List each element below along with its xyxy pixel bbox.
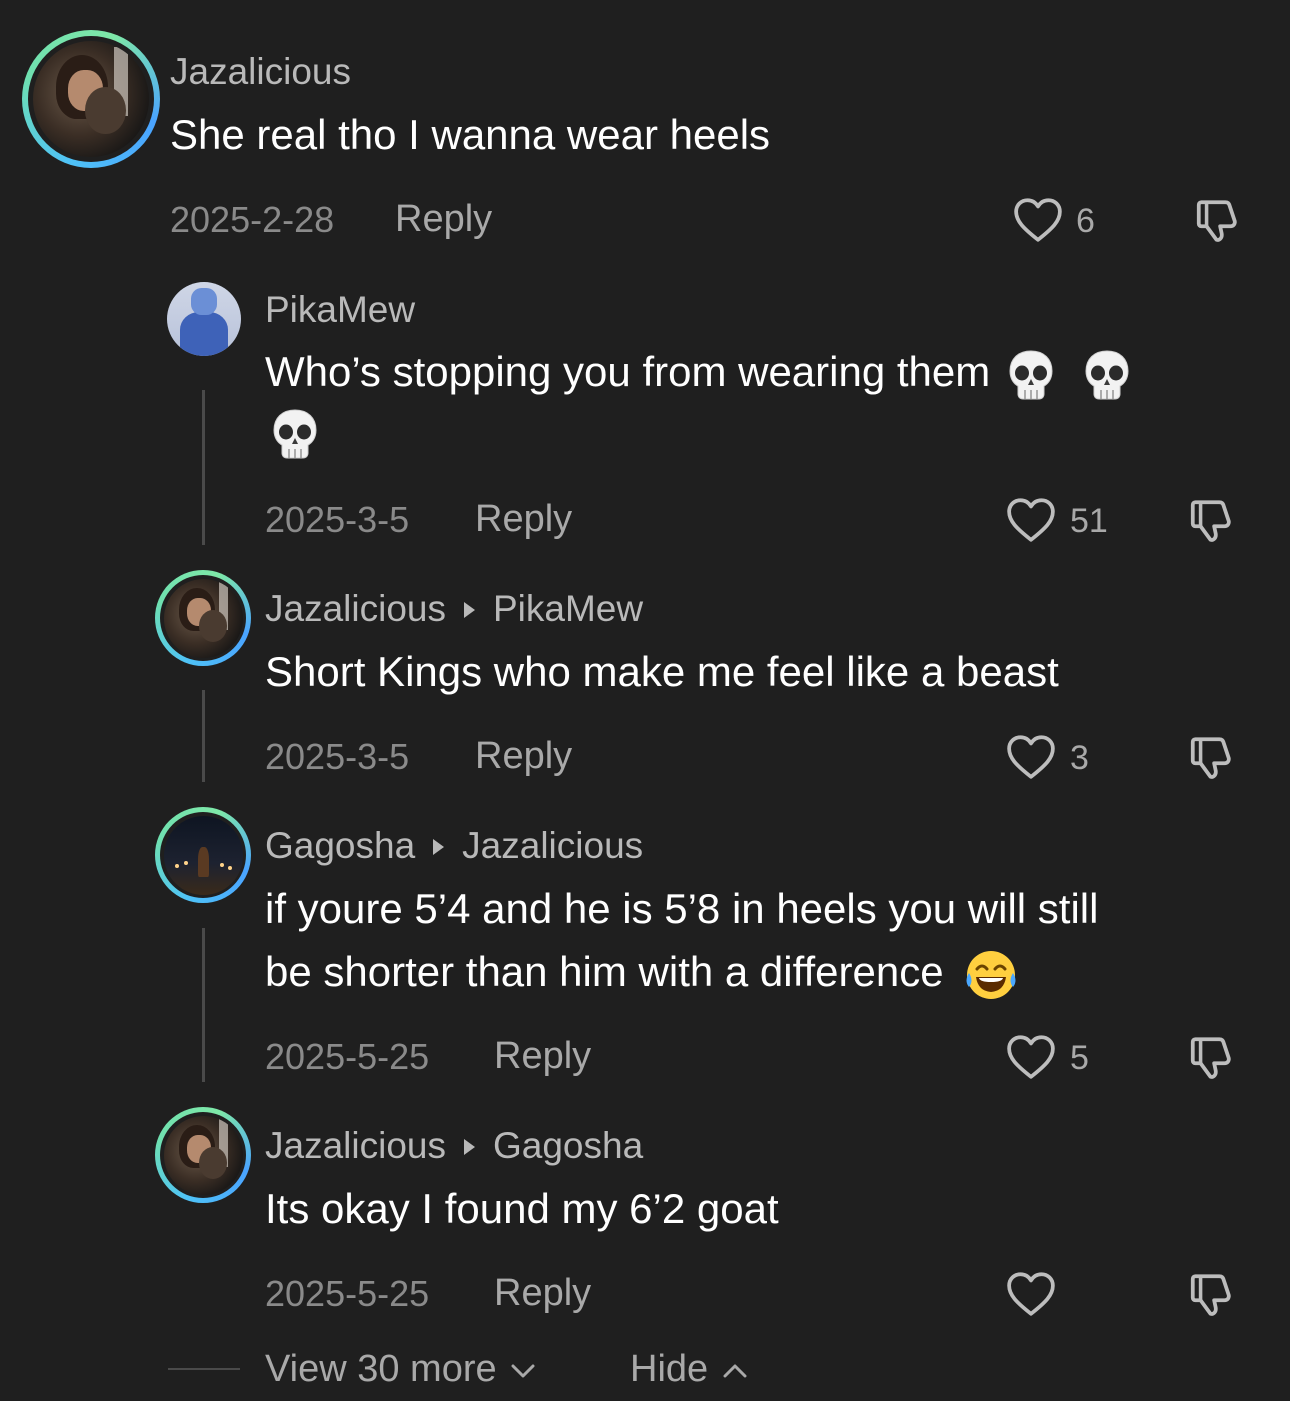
author-name[interactable]: Gagosha (265, 825, 415, 866)
comment-text-line: if youre 5’4 and he is 5’8 in heels you … (265, 885, 1099, 932)
tears-of-joy-emoji (963, 947, 1019, 1003)
dislike-icon[interactable] (1186, 733, 1236, 783)
like-count: 3 (1070, 739, 1089, 777)
like-count: 5 (1070, 1039, 1089, 1077)
reply-to-name[interactable]: Jazalicious (462, 825, 643, 866)
comment-username[interactable]: Jazalicious Gagosha (265, 1127, 643, 1164)
view-more-label: View 30 more (265, 1348, 497, 1390)
comment-date: 2025-3-5 (265, 499, 410, 540)
comment-date: 2025-5-25 (265, 1273, 430, 1314)
thread-line (202, 390, 205, 545)
reply-arrow-icon (463, 1138, 475, 1155)
comment-text: Short Kings who make me feel like a beas… (265, 648, 1059, 695)
view-more-button[interactable]: View 30 more (265, 1350, 535, 1388)
skull-emoji (1006, 349, 1056, 401)
thread-line (202, 928, 205, 1082)
divider-line (168, 1368, 240, 1370)
dislike-icon[interactable] (1186, 1033, 1236, 1083)
reply-to-name[interactable]: PikaMew (493, 588, 643, 629)
comment-text: She real tho I wanna wear heels (170, 111, 771, 158)
heart-icon[interactable] (1006, 497, 1056, 543)
thread-line (202, 690, 205, 782)
comment-text: Its okay I found my 6’2 goat (265, 1185, 779, 1232)
hide-label: Hide (630, 1348, 709, 1390)
reply-button[interactable]: Reply (494, 1037, 591, 1075)
author-name[interactable]: Jazalicious (265, 588, 446, 629)
comment-username[interactable]: Jazalicious PikaMew (265, 590, 643, 627)
comment-date: 2025-3-5 (265, 736, 410, 777)
comment-username[interactable]: PikaMew (265, 291, 415, 328)
reply-button[interactable]: Reply (475, 737, 572, 775)
comment-text: if youre 5’4 and he is 5’8 in heels you … (265, 877, 1098, 1003)
reply-to-name[interactable]: Gagosha (493, 1125, 643, 1166)
dislike-icon[interactable] (1186, 496, 1236, 546)
avatar[interactable] (22, 30, 160, 168)
avatar[interactable] (155, 570, 251, 666)
skull-emoji (1082, 349, 1132, 401)
avatar[interactable] (167, 282, 241, 356)
comment-username[interactable]: Jazalicious (170, 53, 351, 90)
heart-icon[interactable] (1006, 1034, 1056, 1080)
like-count: 51 (1070, 502, 1108, 540)
chevron-up-icon (723, 1363, 747, 1379)
avatar[interactable] (155, 1107, 251, 1203)
reply-button[interactable]: Reply (494, 1274, 591, 1312)
heart-icon[interactable] (1006, 1271, 1056, 1317)
author-name[interactable]: Jazalicious (265, 1125, 446, 1166)
reply-button[interactable]: Reply (475, 500, 572, 538)
heart-icon[interactable] (1006, 734, 1056, 780)
chevron-down-icon (511, 1363, 535, 1379)
hide-button[interactable]: Hide (630, 1350, 747, 1388)
reply-button[interactable]: Reply (395, 200, 492, 238)
dislike-icon[interactable] (1186, 1270, 1236, 1320)
comment-username[interactable]: Gagosha Jazalicious (265, 827, 643, 864)
comment-text: Who’s stopping you from wearing them (265, 340, 1132, 403)
skull-emoji (270, 408, 320, 460)
comment-text-line: be shorter than him with a difference (265, 940, 1098, 1003)
like-count: 6 (1076, 202, 1095, 240)
reply-arrow-icon (463, 601, 475, 618)
reply-arrow-icon (433, 838, 445, 855)
comment-date: 2025-2-28 (170, 199, 335, 240)
heart-icon[interactable] (1013, 197, 1063, 243)
comment-date: 2025-5-25 (265, 1036, 430, 1077)
dislike-icon[interactable] (1192, 196, 1242, 246)
avatar[interactable] (155, 807, 251, 903)
